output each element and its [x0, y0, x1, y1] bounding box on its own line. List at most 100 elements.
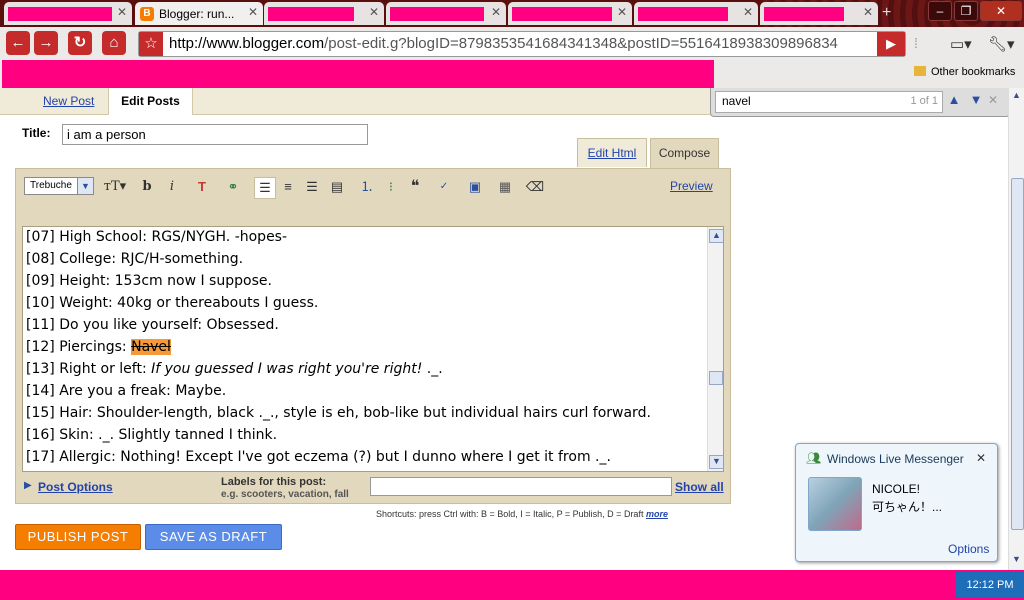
expand-triangle-icon[interactable]: ▶: [24, 480, 32, 491]
bookmark-star-icon[interactable]: ☆: [139, 32, 163, 56]
page-scroll-thumb[interactable]: [1011, 178, 1024, 530]
find-highlight: Navel: [131, 339, 171, 355]
forward-icon[interactable]: →: [34, 31, 58, 55]
blockquote-icon[interactable]: ❝: [405, 177, 425, 197]
italic-icon[interactable]: i: [162, 177, 182, 197]
separator-icon: ⁞: [914, 35, 918, 51]
tab-new-post[interactable]: New Post: [43, 88, 94, 114]
content-line-13: [13] Right or left: If you guessed I was…: [26, 361, 443, 377]
labels-input[interactable]: [370, 477, 672, 496]
line12-prefix: [12] Piercings:: [26, 339, 132, 355]
video-icon[interactable]: ▦: [495, 177, 515, 197]
browser-tab-6[interactable]: ✕: [634, 2, 758, 25]
page-scroll-up-icon[interactable]: ▲: [1011, 90, 1022, 100]
content-line-17: [17] Allergic: Nothing! Except I've got …: [26, 449, 611, 465]
contact-name: NICOLE!: [872, 482, 921, 496]
post-title-value: i am a person: [67, 127, 146, 142]
shortcuts-more-link[interactable]: more: [646, 509, 668, 519]
justify-icon[interactable]: ▤: [327, 177, 347, 197]
go-icon[interactable]: ▶: [877, 32, 905, 56]
tab-close-icon[interactable]: ✕: [743, 5, 753, 19]
new-tab-icon[interactable]: +: [882, 5, 898, 21]
scroll-up-icon[interactable]: ▲: [709, 229, 723, 243]
editor-scrollbar[interactable]: ▲ ▼: [707, 227, 723, 471]
font-size-icon[interactable]: тТ▾: [102, 177, 128, 197]
align-left-icon[interactable]: ☰: [254, 177, 276, 199]
content-line-16: [16] Skin: ._. Slightly tanned I think.: [26, 427, 278, 443]
post-body-editor[interactable]: [07] High School: RGS/NYGH. -hopes- [08] …: [22, 226, 724, 472]
tab-title: Blogger: run...: [159, 7, 235, 21]
maximize-icon[interactable]: ❐: [954, 1, 978, 21]
redacted-tab-title: [512, 7, 612, 21]
url-path: /post-edit.g?blogID=8798353541684341348&…: [324, 35, 838, 52]
find-count: 1 of 1: [910, 95, 938, 107]
publish-post-button[interactable]: PUBLISH POST: [15, 524, 141, 550]
other-bookmarks[interactable]: Other bookmarks: [914, 66, 1015, 78]
back-icon[interactable]: ←: [6, 31, 30, 55]
title-label: Title:: [22, 126, 51, 140]
link-icon[interactable]: ⚭: [223, 177, 243, 197]
font-select[interactable]: Trebuchet ▼: [24, 177, 94, 195]
tab-compose[interactable]: Compose: [650, 138, 719, 169]
labels-title: Labels for this post:: [221, 476, 327, 488]
page-menu-icon[interactable]: ▭▾: [950, 35, 972, 53]
browser-tab-3[interactable]: ✕: [264, 2, 384, 25]
text-color-icon[interactable]: T: [192, 177, 212, 197]
content-line-15: [15] Hair: Shoulder-length, black ._., s…: [26, 405, 651, 421]
tab-edit-posts[interactable]: Edit Posts: [108, 88, 193, 115]
messenger-notification[interactable]: 👥︎ Windows Live Messenger ✕ NICOLE! 可ちゃん…: [795, 443, 998, 562]
show-all-link[interactable]: Show all: [675, 480, 724, 494]
spellcheck-icon[interactable]: ✓: [434, 177, 454, 197]
messenger-close-icon[interactable]: ✕: [976, 451, 986, 465]
system-tray-clock[interactable]: 12:12 PM: [956, 572, 1024, 598]
page-scroll-down-icon[interactable]: ▼: [1011, 554, 1022, 564]
minimize-icon[interactable]: –: [928, 1, 952, 21]
tab-close-icon[interactable]: ✕: [117, 5, 127, 19]
numbered-list-icon[interactable]: ⒈: [357, 177, 377, 197]
wrench-menu-icon[interactable]: 🔧︎▾: [988, 35, 1015, 53]
page-scrollbar[interactable]: ▲ ▼: [1008, 88, 1024, 570]
find-close-icon[interactable]: ✕: [988, 93, 998, 107]
url-text[interactable]: http://www.blogger.com/post-edit.g?blogI…: [169, 35, 838, 52]
tab-close-icon[interactable]: ✕: [369, 5, 379, 19]
find-next-icon[interactable]: ▼: [967, 92, 985, 110]
messenger-icon: 👥︎: [806, 451, 822, 465]
post-options-link[interactable]: Post Options: [38, 480, 113, 494]
redacted-bookmarks: [2, 60, 714, 88]
save-draft-button[interactable]: SAVE AS DRAFT: [145, 524, 282, 550]
chevron-down-icon: ▼: [77, 178, 93, 194]
image-icon[interactable]: ▣: [465, 177, 485, 197]
close-window-icon[interactable]: ✕: [980, 1, 1022, 21]
messenger-options-link[interactable]: Options: [948, 542, 989, 556]
redacted-tab-title: [8, 7, 112, 21]
other-bookmarks-label: Other bookmarks: [931, 66, 1016, 78]
tab-close-icon[interactable]: ✕: [617, 5, 627, 19]
content-line-10: [10] Weight: 40kg or thereabouts I guess…: [26, 295, 319, 311]
tab-edit-html[interactable]: Edit Html: [577, 138, 647, 167]
bullet-list-icon[interactable]: ⁝: [381, 177, 401, 197]
find-bar: navel 1 of 1 ▲ ▼ ✕: [710, 88, 1010, 117]
browser-tab-1[interactable]: ✕: [4, 2, 132, 25]
tab-close-icon[interactable]: ✕: [491, 5, 501, 19]
content-line-14: [14] Are you a freak: Maybe.: [26, 383, 227, 399]
browser-tab-blogger[interactable]: B Blogger: run... ✕: [135, 2, 263, 25]
browser-tab-7[interactable]: ✕: [760, 2, 878, 25]
home-icon[interactable]: ⌂: [102, 31, 126, 55]
align-center-icon[interactable]: ≡: [278, 177, 298, 197]
redacted-tab-title: [390, 7, 484, 21]
reload-icon[interactable]: ↻: [68, 31, 92, 55]
browser-tab-4[interactable]: ✕: [386, 2, 506, 25]
scroll-thumb[interactable]: [709, 371, 723, 385]
address-bar[interactable]: ☆ http://www.blogger.com/post-edit.g?blo…: [138, 31, 906, 57]
find-input[interactable]: navel 1 of 1: [715, 91, 943, 113]
align-right-icon[interactable]: ☰: [302, 177, 322, 197]
post-title-input[interactable]: i am a person: [62, 124, 368, 145]
bold-icon[interactable]: b: [137, 177, 157, 197]
tab-close-icon[interactable]: ✕: [863, 5, 873, 19]
browser-tab-5[interactable]: ✕: [508, 2, 632, 25]
eraser-icon[interactable]: ⌫: [525, 177, 545, 197]
tab-close-icon[interactable]: ✕: [248, 5, 258, 19]
find-previous-icon[interactable]: ▲: [945, 92, 963, 110]
scroll-down-icon[interactable]: ▼: [709, 455, 723, 469]
preview-link[interactable]: Preview: [670, 179, 713, 193]
